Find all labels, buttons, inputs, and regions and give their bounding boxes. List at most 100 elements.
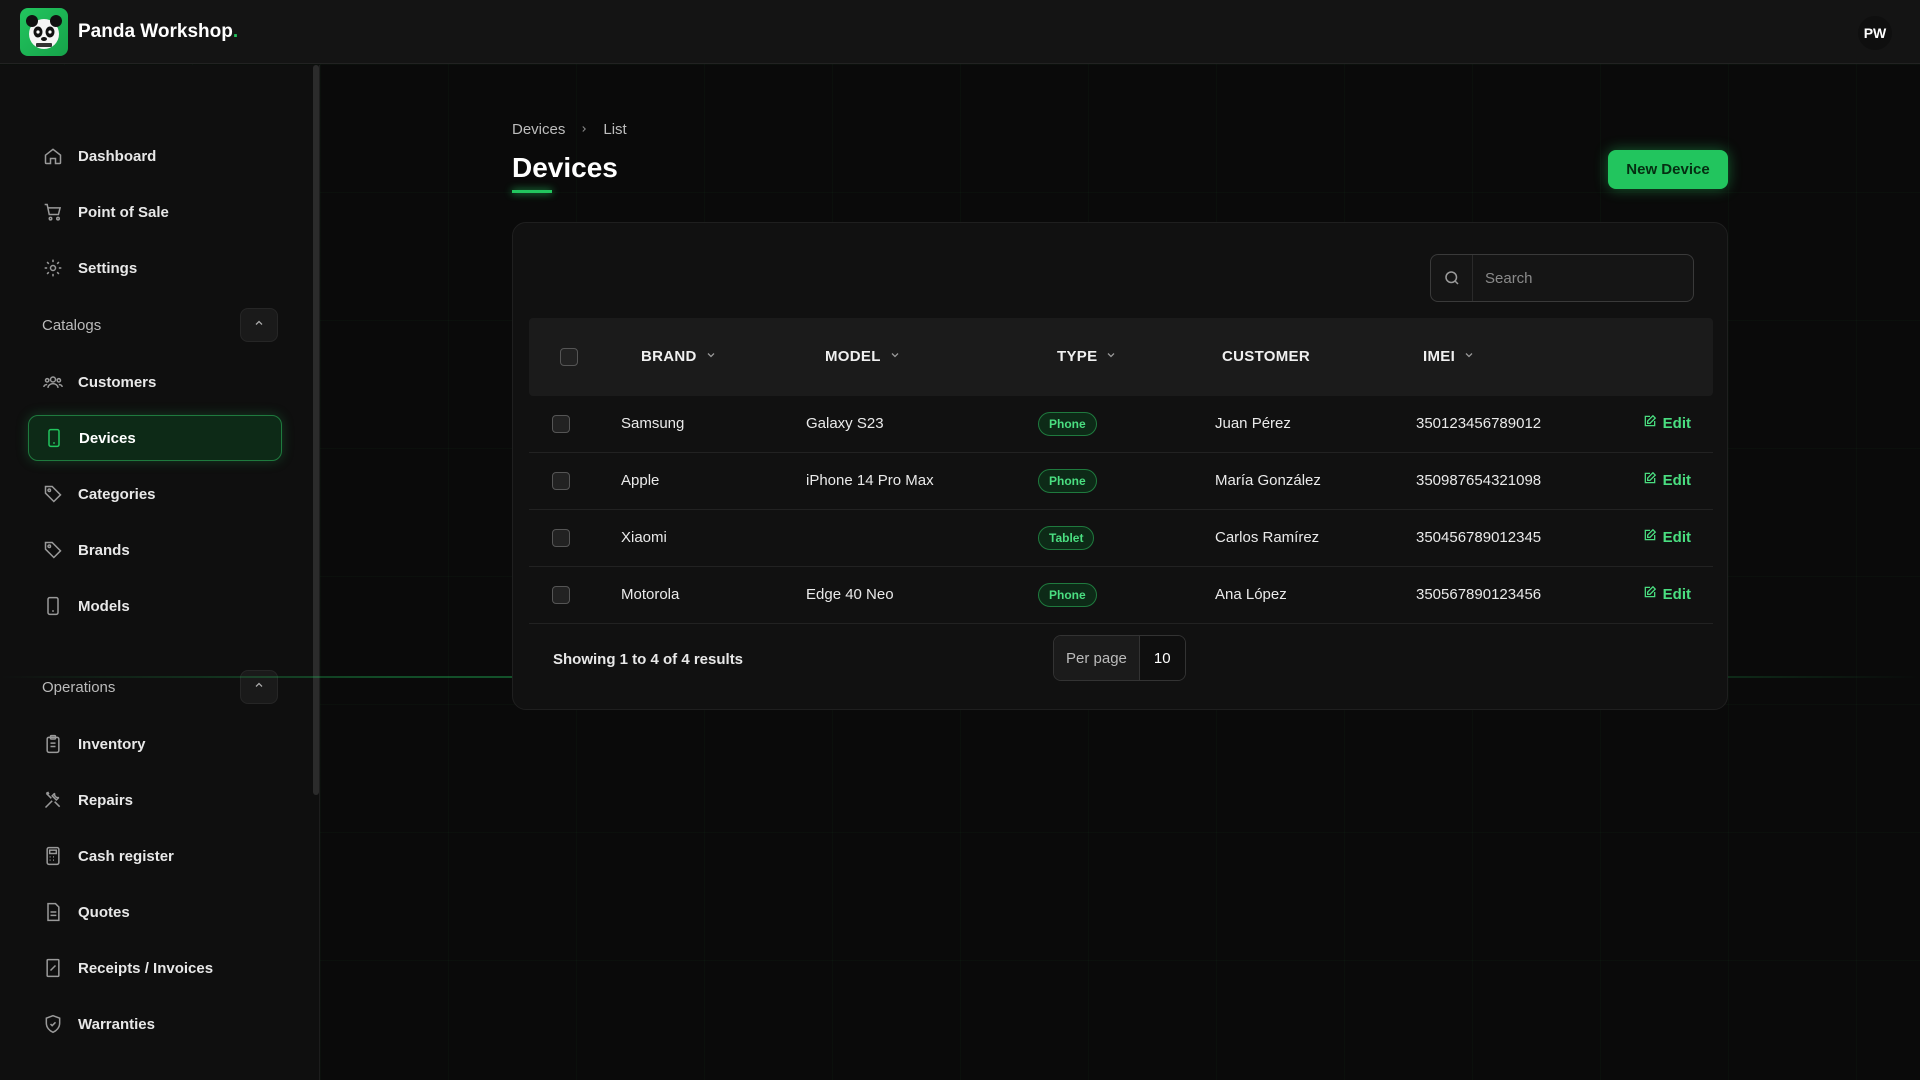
chevron-up-icon xyxy=(253,678,265,696)
column-header-model[interactable]: MODEL xyxy=(825,348,901,365)
sidebar-item-label: Devices xyxy=(79,429,136,447)
sidebar-item-brands[interactable]: Brands xyxy=(28,527,282,573)
tools-icon xyxy=(42,789,64,811)
sidebar-item-inventory[interactable]: Inventory xyxy=(28,721,282,767)
sidebar-item-point-of-sale[interactable]: Point of Sale xyxy=(28,189,282,235)
edit-icon xyxy=(1643,414,1657,432)
cell-brand: Xiaomi xyxy=(621,529,667,546)
sidebar-item-models[interactable]: Models xyxy=(28,583,282,629)
sidebar-item-label: Cash register xyxy=(78,847,174,865)
pagination-summary: Showing 1 to 4 of 4 results xyxy=(553,651,744,668)
cell-imei: 350123456789012 xyxy=(1416,415,1542,432)
column-header-imei[interactable]: IMEI xyxy=(1423,348,1475,365)
sidebar-item-label: Models xyxy=(78,597,130,615)
chevron-down-icon xyxy=(889,348,901,365)
column-header-customer: CUSTOMER xyxy=(1222,348,1310,365)
type-badge: Tablet xyxy=(1038,526,1095,550)
edit-label: Edit xyxy=(1662,414,1691,432)
sidebar-item-dashboard[interactable]: Dashboard xyxy=(28,133,282,179)
sidebar-item-customers[interactable]: Customers xyxy=(28,359,282,405)
sidebar-item-label: Settings xyxy=(78,259,138,277)
sidebar-scrollbar[interactable] xyxy=(313,65,319,795)
table-row: Apple iPhone 14 Pro Max Phone María Gonz… xyxy=(529,453,1713,510)
section-label-operations: Operations xyxy=(42,679,116,696)
cart-icon xyxy=(42,201,64,223)
search-box xyxy=(1430,254,1694,302)
sidebar-item-label: Brands xyxy=(78,541,130,559)
cell-model: Edge 40 Neo xyxy=(806,586,894,603)
table-row: Motorola Edge 40 Neo Phone Ana López 350… xyxy=(529,567,1713,624)
type-badge: Phone xyxy=(1038,583,1097,607)
cell-model: Galaxy S23 xyxy=(806,415,884,432)
sidebar-item-receipts-invoices[interactable]: Receipts / Invoices xyxy=(28,945,282,991)
cell-imei: 350567890123456 xyxy=(1416,586,1542,603)
sidebar-item-categories[interactable]: Categories xyxy=(28,471,282,517)
select-all-checkbox[interactable] xyxy=(560,348,578,366)
edit-button[interactable]: Edit xyxy=(1643,585,1691,603)
type-badge: Phone xyxy=(1038,469,1097,493)
sidebar: Dashboard Point of Sale Settings Catalog… xyxy=(0,65,320,1080)
gear-icon xyxy=(42,257,64,279)
per-page-value[interactable]: 10 xyxy=(1138,636,1185,680)
edit-button[interactable]: Edit xyxy=(1643,414,1691,432)
per-page-select[interactable]: Per page 10 xyxy=(1053,635,1186,681)
edit-label: Edit xyxy=(1662,585,1691,603)
sidebar-item-label: Customers xyxy=(78,373,157,391)
cell-imei: 350456789012345 xyxy=(1416,529,1542,546)
sidebar-item-settings[interactable]: Settings xyxy=(28,245,282,291)
cell-customer: Carlos Ramírez xyxy=(1215,529,1320,546)
row-checkbox[interactable] xyxy=(552,529,570,547)
edit-label: Edit xyxy=(1662,471,1691,489)
column-label: TYPE xyxy=(1057,348,1098,365)
phone-icon xyxy=(42,595,64,617)
column-label: MODEL xyxy=(825,348,881,365)
devices-table-card: BRAND MODEL TYPE CUSTOMER IMEI Samsung G… xyxy=(512,222,1728,710)
sidebar-item-quotes[interactable]: Quotes xyxy=(28,889,282,935)
edit-button[interactable]: Edit xyxy=(1643,471,1691,489)
sidebar-item-repairs[interactable]: Repairs xyxy=(28,777,282,823)
cell-imei: 350987654321098 xyxy=(1416,472,1542,489)
column-label: CUSTOMER xyxy=(1222,348,1310,365)
per-page-label: Per page xyxy=(1054,636,1139,680)
user-avatar[interactable]: PW xyxy=(1858,16,1892,50)
row-checkbox[interactable] xyxy=(552,415,570,433)
tag-icon xyxy=(42,483,64,505)
app-name: Panda Workshop. xyxy=(78,20,239,42)
phone-icon xyxy=(43,427,65,449)
section-label-catalogs: Catalogs xyxy=(42,317,102,334)
edit-icon xyxy=(1643,471,1657,489)
cell-customer: Ana López xyxy=(1215,586,1287,603)
cell-brand: Motorola xyxy=(621,586,680,603)
row-checkbox[interactable] xyxy=(552,586,570,604)
search-input[interactable] xyxy=(1473,255,1693,301)
sidebar-item-label: Receipts / Invoices xyxy=(78,959,214,977)
sidebar-item-cash-register[interactable]: Cash register xyxy=(28,833,282,879)
top-bar: Panda Workshop. PW xyxy=(0,0,1920,64)
sidebar-item-label: Inventory xyxy=(78,735,146,753)
sidebar-item-warranties[interactable]: Warranties xyxy=(28,1001,282,1047)
edit-icon xyxy=(1643,585,1657,603)
panda-logo-icon[interactable] xyxy=(20,7,68,56)
chevron-down-icon xyxy=(705,348,717,365)
cell-brand: Samsung xyxy=(621,415,685,432)
chevron-down-icon xyxy=(1463,348,1475,365)
sidebar-item-devices[interactable]: Devices xyxy=(28,415,282,461)
users-icon xyxy=(42,371,64,393)
row-checkbox[interactable] xyxy=(552,472,570,490)
calculator-icon xyxy=(42,845,64,867)
cell-model: iPhone 14 Pro Max xyxy=(806,472,934,489)
breadcrumb-devices-link[interactable]: Devices xyxy=(512,121,565,138)
edit-button[interactable]: Edit xyxy=(1643,528,1691,546)
sidebar-item-label: Dashboard xyxy=(78,147,157,165)
edit-label: Edit xyxy=(1662,528,1691,546)
column-header-brand[interactable]: BRAND xyxy=(641,348,717,365)
column-header-type[interactable]: TYPE xyxy=(1057,348,1117,365)
table-row: Xiaomi Tablet Carlos Ramírez 35045678901… xyxy=(529,510,1713,567)
edit-icon xyxy=(1643,528,1657,546)
title-underline xyxy=(512,190,552,193)
sidebar-item-label: Quotes xyxy=(78,903,130,921)
new-device-button[interactable]: New Device xyxy=(1608,150,1728,189)
breadcrumb: Devices List xyxy=(512,121,627,138)
catalogs-collapse-button[interactable] xyxy=(240,308,278,342)
type-badge: Phone xyxy=(1038,412,1097,436)
